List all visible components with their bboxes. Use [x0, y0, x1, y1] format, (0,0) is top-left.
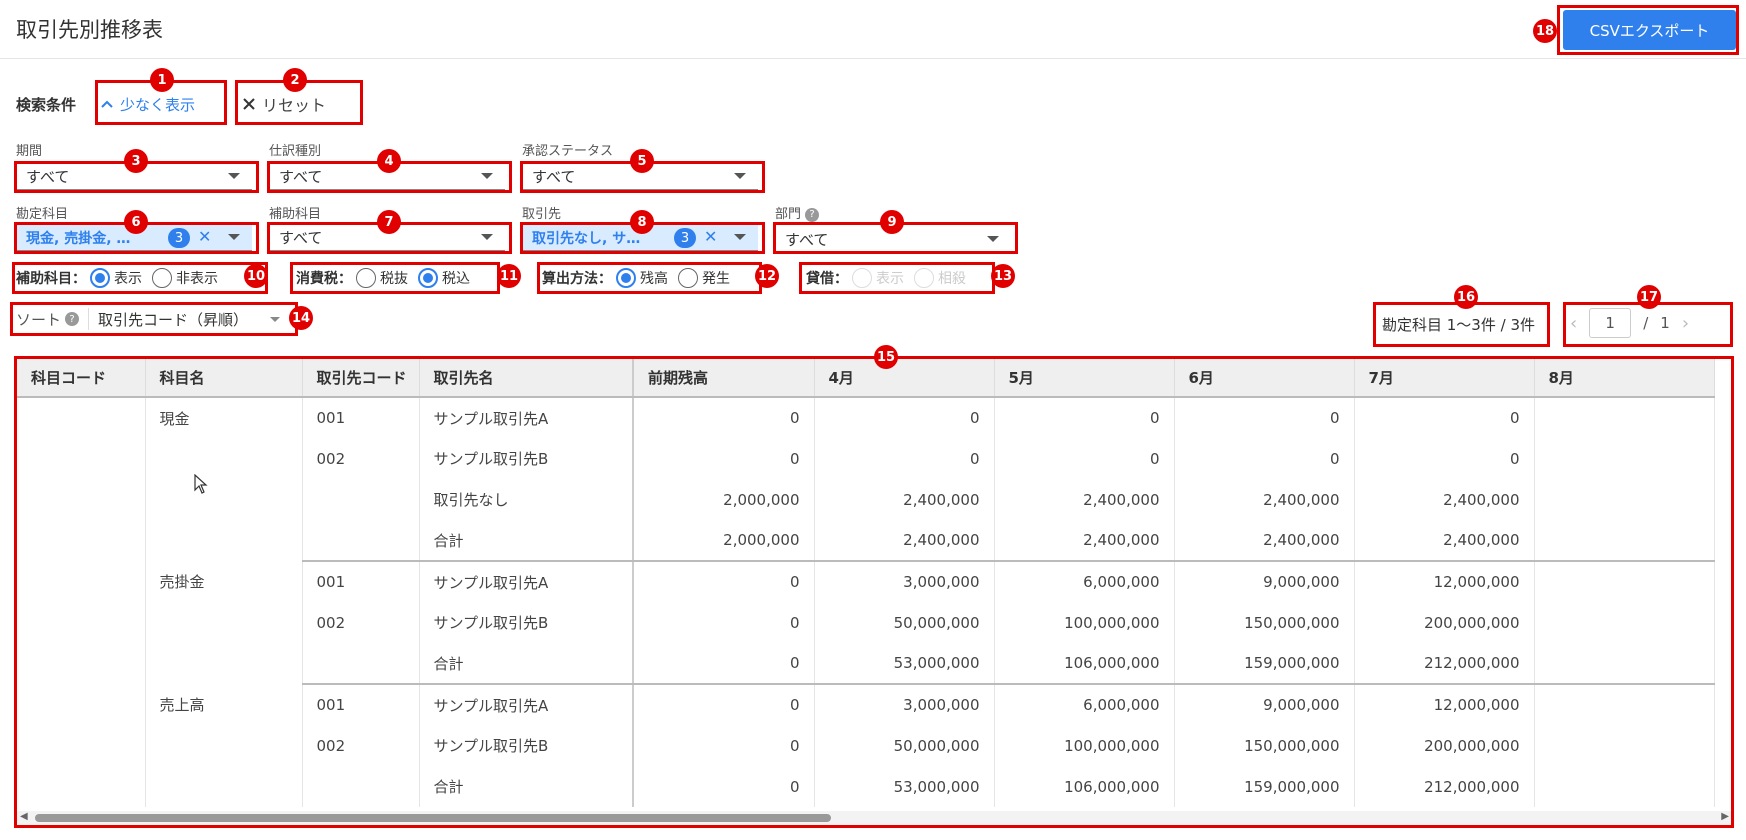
annotation-badge-3: 3	[124, 149, 148, 173]
search-conditions-label: 検索条件	[16, 96, 77, 114]
department-label: 部門?	[775, 203, 820, 222]
annotation-box-12	[537, 262, 762, 294]
department-label-text: 部門	[775, 207, 802, 222]
annotation-badge-17: 17	[1637, 285, 1661, 309]
annotation-badge-14: 14	[289, 306, 313, 330]
annotation-badge-15: 15	[874, 345, 898, 369]
annotation-badge-16: 16	[1454, 285, 1478, 309]
annotation-box-18	[1557, 5, 1739, 55]
annotation-badge-7: 7	[377, 210, 401, 234]
annotation-badge-9: 9	[880, 210, 904, 234]
annotation-box-11	[290, 262, 500, 294]
period-label: 期間	[16, 144, 43, 159]
annotation-badge-10: 10	[244, 264, 268, 288]
journal-type-label: 仕訳種別	[269, 144, 322, 159]
annotation-badge-12: 12	[755, 264, 779, 288]
annotation-badge-2: 2	[283, 68, 307, 92]
page-title: 取引先別推移表	[16, 18, 163, 42]
annotation-box-13	[799, 262, 995, 294]
help-icon[interactable]: ?	[805, 207, 820, 222]
annotation-badge-1: 1	[150, 68, 174, 92]
annotation-box-15	[14, 356, 1734, 828]
account-label: 勘定科目	[16, 207, 69, 222]
annotation-badge-4: 4	[377, 149, 401, 173]
annotation-badge-18: 18	[1533, 19, 1557, 43]
annotation-badge-6: 6	[124, 210, 148, 234]
sub-account-label: 補助科目	[269, 207, 322, 222]
header-divider	[0, 58, 1746, 59]
partner-label: 取引先	[522, 207, 562, 222]
approval-status-label: 承認ステータス	[522, 144, 614, 159]
annotation-badge-13: 13	[991, 264, 1015, 288]
annotation-badge-5: 5	[630, 149, 654, 173]
annotation-badge-11: 11	[497, 264, 521, 288]
annotation-box-10	[12, 262, 268, 294]
annotation-box-16	[1373, 302, 1550, 347]
annotation-badge-8: 8	[630, 210, 654, 234]
annotation-box-14	[10, 302, 298, 336]
